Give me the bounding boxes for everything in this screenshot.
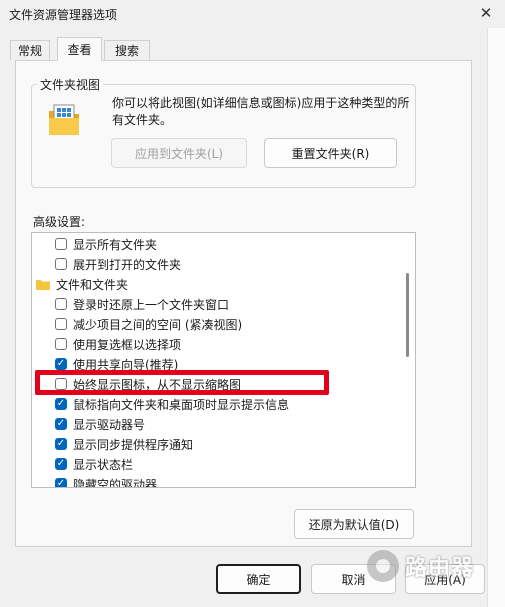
watermark: 路由器 <box>367 546 487 586</box>
folder-view-group-label: 文件夹视图 <box>37 76 104 93</box>
checkbox[interactable] <box>55 398 67 410</box>
highlight-box <box>35 370 329 395</box>
list-item[interactable]: 显示同步提供程序通知 <box>32 434 402 454</box>
checkbox[interactable] <box>55 318 67 330</box>
close-icon[interactable]: ✕ <box>475 3 497 23</box>
list-item[interactable]: 显示所有文件夹 <box>32 234 402 254</box>
tab-search[interactable]: 搜索 <box>104 40 150 60</box>
list-item-label: 显示同步提供程序通知 <box>73 437 194 452</box>
advanced-settings-label: 高级设置: <box>33 215 86 229</box>
checkbox[interactable] <box>55 478 67 487</box>
folder-icon <box>36 279 50 290</box>
title-bar: 文件资源管理器选项 ✕ <box>0 0 505 28</box>
checkbox[interactable] <box>55 238 67 250</box>
checkbox[interactable] <box>55 358 67 370</box>
list-item-label: 显示所有文件夹 <box>73 237 158 252</box>
advanced-settings-list[interactable]: 显示所有文件夹 展开到打开的文件夹 文件和文件夹 登录时还原上一个文件夹窗口 减… <box>31 232 416 488</box>
list-item-label: 文件和文件夹 <box>56 277 129 292</box>
list-item-label: 显示状态栏 <box>73 457 134 472</box>
list-scrollbar[interactable] <box>406 273 409 357</box>
list-item[interactable]: 显示状态栏 <box>32 454 402 474</box>
list-item[interactable]: 隐藏空的驱动器 <box>32 474 402 488</box>
apply-to-folders-button[interactable]: 应用到文件夹(L) <box>111 138 247 168</box>
list-item[interactable]: 鼠标指向文件夹和桌面项时显示提示信息 <box>32 394 402 414</box>
list-item-label: 减少项目之间的空间 (紧凑视图) <box>73 317 243 332</box>
list-item-label: 使用复选框以选择项 <box>73 337 182 352</box>
list-item: 文件和文件夹 <box>32 274 402 294</box>
folder-view-description: 你可以将此视图(如详细信息或图标)应用于这种类型的所有文件夹。 <box>112 96 410 127</box>
window-title: 文件资源管理器选项 <box>9 8 118 22</box>
watermark-logo-icon <box>367 550 399 582</box>
tab-view[interactable]: 查看 <box>57 37 102 61</box>
list-item-label: 鼠标指向文件夹和桌面项时显示提示信息 <box>73 397 290 412</box>
folder-view-icon <box>49 104 79 135</box>
list-item-label: 隐藏空的驱动器 <box>73 477 158 488</box>
background-window-edge <box>487 28 505 607</box>
list-item[interactable]: 减少项目之间的空间 (紧凑视图) <box>32 314 402 334</box>
checkbox[interactable] <box>55 338 67 350</box>
list-item[interactable]: 使用复选框以选择项 <box>32 334 402 354</box>
checkbox[interactable] <box>55 418 67 430</box>
ok-button[interactable]: 确定 <box>216 564 301 594</box>
list-item[interactable]: 显示驱动器号 <box>32 414 402 434</box>
list-item-label: 展开到打开的文件夹 <box>73 257 182 272</box>
reset-folders-button[interactable]: 重置文件夹(R) <box>264 138 397 168</box>
list-item-label: 登录时还原上一个文件夹窗口 <box>73 297 230 312</box>
checkbox[interactable] <box>55 438 67 450</box>
list-item-label: 显示驱动器号 <box>73 417 146 432</box>
checkbox[interactable] <box>55 458 67 470</box>
list-item[interactable]: 展开到打开的文件夹 <box>32 254 402 274</box>
restore-defaults-button[interactable]: 还原为默认值(D) <box>294 509 414 539</box>
list-item[interactable]: 登录时还原上一个文件夹窗口 <box>32 294 402 314</box>
watermark-text: 路由器 <box>405 556 475 581</box>
checkbox[interactable] <box>55 298 67 310</box>
tab-general[interactable]: 常规 <box>10 40 50 60</box>
checkbox[interactable] <box>55 258 67 270</box>
